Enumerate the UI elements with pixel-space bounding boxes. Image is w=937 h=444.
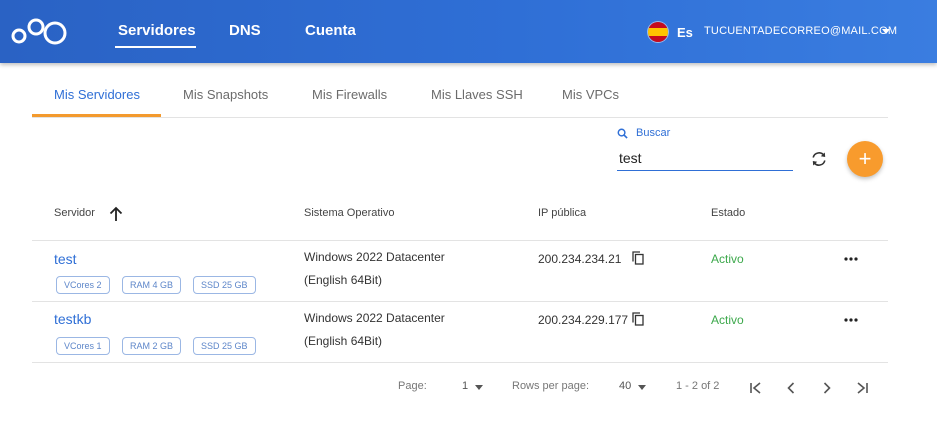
ip-address: 200.234.234.21: [538, 252, 622, 266]
active-tab-indicator: [32, 114, 161, 117]
os-name: Windows 2022 Datacenter: [304, 311, 445, 325]
search-label: Buscar: [617, 127, 670, 139]
tab-mis-firewalls[interactable]: Mis Firewalls: [312, 87, 387, 102]
server-name-link[interactable]: test: [54, 251, 77, 267]
os-cell: Windows 2022 Datacenter (English 64Bit): [304, 246, 484, 292]
os-cell: Windows 2022 Datacenter (English 64Bit): [304, 307, 484, 353]
more-options-icon[interactable]: [843, 317, 859, 323]
add-server-button[interactable]: +: [847, 141, 883, 177]
chip-vcores: VCores 1: [56, 337, 110, 355]
logo-icon[interactable]: [10, 16, 70, 46]
page-select[interactable]: 1: [462, 380, 468, 392]
more-options-icon[interactable]: [843, 256, 859, 262]
copy-icon[interactable]: [632, 251, 644, 265]
nav-servidores[interactable]: Servidores: [118, 22, 196, 39]
tab-mis-servidores[interactable]: Mis Servidores: [54, 87, 140, 102]
top-bar: Servidores DNS Cuenta Es TUCUENTADECORRE…: [0, 0, 937, 63]
row-divider: [32, 301, 888, 302]
os-name: Windows 2022 Datacenter: [304, 250, 445, 264]
chevron-down-icon[interactable]: [882, 29, 890, 34]
page-range: 1 - 2 of 2: [676, 380, 720, 392]
ip-address: 200.234.229.177: [538, 313, 629, 327]
copy-icon[interactable]: [632, 312, 644, 326]
search-label-text: Buscar: [636, 127, 671, 139]
chevron-down-icon[interactable]: [638, 385, 646, 390]
tab-mis-snapshots[interactable]: Mis Snapshots: [183, 87, 268, 102]
last-page-icon[interactable]: [854, 380, 870, 396]
os-variant: (English 64Bit): [304, 273, 383, 287]
language-selector[interactable]: Es: [677, 25, 693, 40]
nav-active-underline: [115, 46, 196, 48]
section-tabs: Mis Servidores Mis Snapshots Mis Firewal…: [32, 76, 888, 118]
refresh-icon[interactable]: [809, 149, 829, 169]
status-badge: Activo: [711, 252, 744, 266]
search-icon: [617, 128, 628, 139]
tab-mis-vpcs[interactable]: Mis VPCs: [562, 87, 619, 102]
search-input[interactable]: [617, 146, 793, 171]
row-divider: [32, 362, 888, 363]
chip-ssd: SSD 25 GB: [193, 276, 256, 294]
os-variant: (English 64Bit): [304, 334, 383, 348]
spain-flag-icon[interactable]: [648, 22, 668, 42]
nav-dns[interactable]: DNS: [229, 22, 261, 39]
status-badge: Activo: [711, 313, 744, 327]
header-sistema-operativo: Sistema Operativo: [304, 207, 395, 219]
account-menu[interactable]: TUCUENTADECORREO@MAIL.COM: [704, 25, 897, 37]
chevron-down-icon[interactable]: [475, 385, 483, 390]
header-estado: Estado: [711, 207, 746, 219]
header-ip-publica: IP pública: [538, 207, 587, 219]
rows-per-page-label: Rows per page:: [512, 380, 590, 392]
next-page-icon[interactable]: [819, 380, 835, 396]
row-divider: [32, 240, 888, 241]
tab-mis-llaves-ssh[interactable]: Mis Llaves SSH: [431, 87, 523, 102]
chip-vcores: VCores 2: [56, 276, 110, 294]
previous-page-icon[interactable]: [783, 380, 799, 396]
nav-cuenta[interactable]: Cuenta: [305, 22, 356, 39]
server-name-link[interactable]: testkb: [54, 311, 91, 327]
rows-per-page-select[interactable]: 40: [619, 380, 631, 392]
chip-ram: RAM 2 GB: [122, 337, 182, 355]
header-servidor[interactable]: Servidor: [54, 207, 95, 219]
chip-ram: RAM 4 GB: [122, 276, 182, 294]
first-page-icon[interactable]: [748, 380, 764, 396]
sort-arrow-up-icon[interactable]: [108, 206, 124, 222]
page-label: Page:: [398, 380, 427, 392]
chip-ssd: SSD 25 GB: [193, 337, 256, 355]
